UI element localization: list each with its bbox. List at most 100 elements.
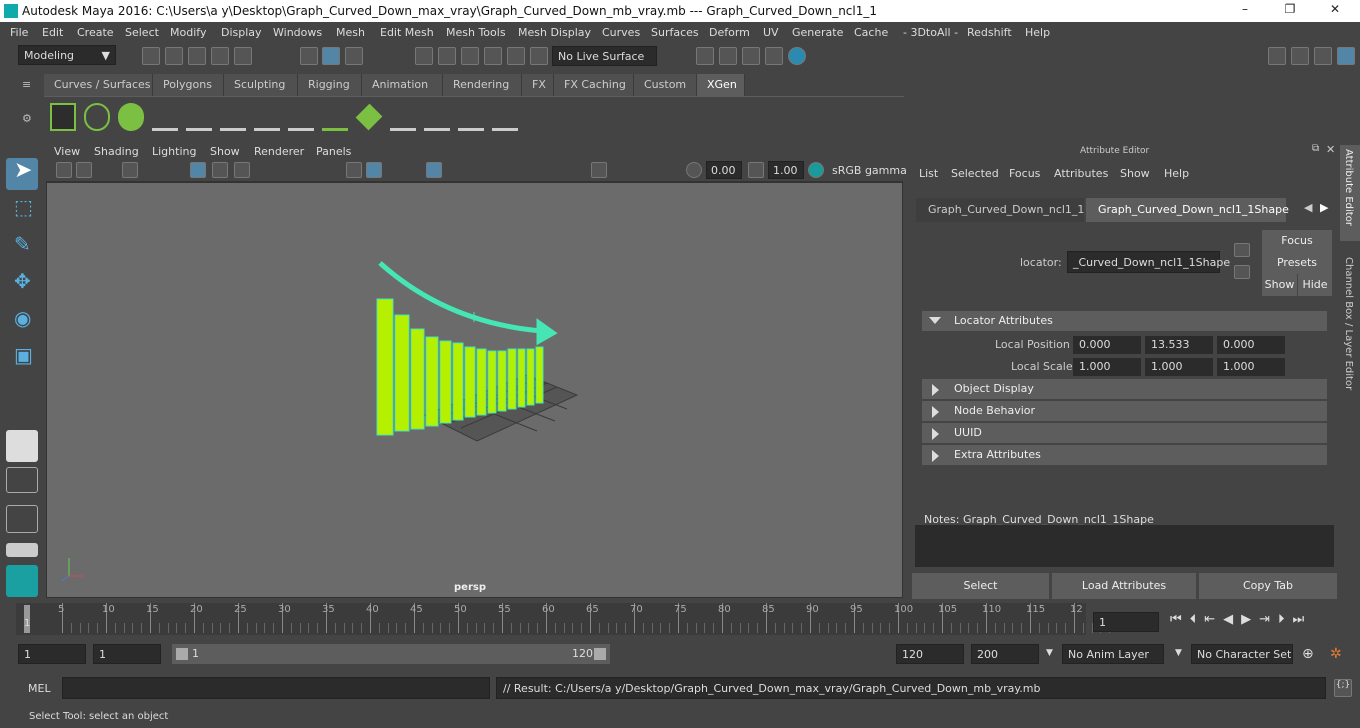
character-set-dropdown[interactable]: No Character Set [1191, 644, 1293, 664]
xgen-grass-icon[interactable] [322, 103, 348, 131]
menu-help[interactable]: Help [1025, 26, 1050, 39]
select-button[interactable]: Select [912, 573, 1049, 599]
ipr-render-icon[interactable] [742, 47, 760, 65]
menu-surfaces[interactable]: Surfaces [651, 26, 699, 39]
xgen-window-icon[interactable] [50, 103, 76, 131]
local-position-x[interactable]: 0.000 [1073, 336, 1141, 354]
go-to-end-icon[interactable]: ⏭ [1293, 612, 1313, 627]
shadows-icon[interactable] [426, 162, 442, 178]
gamma-icon[interactable] [748, 162, 764, 178]
section-node-behavior[interactable]: Node Behavior [922, 401, 1327, 421]
section-uuid[interactable]: UUID [922, 423, 1327, 443]
ae-menu-help[interactable]: Help [1164, 167, 1189, 180]
snap-curve-icon[interactable] [438, 47, 456, 65]
shelf-tab-xgen[interactable]: XGen [697, 74, 745, 96]
mode-dropdown[interactable]: Modeling ▼ [18, 45, 116, 65]
presets-button[interactable]: Presets [1262, 252, 1332, 274]
range-start-handle[interactable] [176, 648, 188, 660]
playback-end-field[interactable]: 120 [896, 644, 964, 664]
menu-deform[interactable]: Deform [709, 26, 750, 39]
vp-menu-renderer[interactable]: Renderer [254, 145, 304, 158]
local-scale-y[interactable]: 1.000 [1145, 358, 1213, 376]
focus-button[interactable]: Focus [1262, 230, 1332, 252]
minimize-button[interactable]: – [1230, 2, 1260, 20]
open-scene-icon[interactable] [165, 47, 183, 65]
snap-grid-icon[interactable] [415, 47, 433, 65]
preferences-icon[interactable]: ✲ [1330, 646, 1342, 662]
menu-3dtoall[interactable]: - 3DtoAll - [903, 26, 958, 39]
xgen-grid-icon[interactable] [355, 103, 383, 131]
lasso-tool-icon[interactable]: ⬚ [6, 195, 38, 227]
smooth-shade-icon[interactable] [212, 162, 228, 178]
side-by-side-icon[interactable] [6, 505, 38, 533]
shelf-tab-custom[interactable]: Custom [634, 74, 697, 96]
go-input-icon[interactable] [1234, 243, 1250, 257]
ae-menu-focus[interactable]: Focus [1009, 167, 1040, 180]
color-management-icon[interactable] [808, 162, 824, 178]
new-scene-icon[interactable] [142, 47, 160, 65]
section-locator-attributes[interactable]: Locator Attributes [922, 311, 1327, 331]
select-tool-icon[interactable]: ➤ [6, 158, 38, 190]
play-back-icon[interactable]: ◀ [1223, 612, 1241, 627]
four-view-icon[interactable] [6, 467, 38, 493]
shelf-tab-sculpting[interactable]: Sculpting [224, 74, 298, 96]
hypershade-icon[interactable] [788, 47, 806, 65]
grid-toggle-icon[interactable] [122, 162, 138, 178]
xgen-cut-icon[interactable] [492, 103, 518, 131]
shelf-tab-polygons[interactable]: Polygons [153, 74, 224, 96]
step-back-icon[interactable]: ⏴ [1190, 612, 1205, 627]
ae-tab-next-icon[interactable]: ▶ [1320, 201, 1328, 214]
time-slider[interactable]: 5 10 15 20 25 30 35 40 45 50 55 60 65 70 75 80 85 90 95 100… [16, 603, 1111, 635]
xgen-sculpt-icon[interactable] [186, 103, 212, 131]
anim-layer-chevron-icon[interactable]: ▼ [1046, 648, 1053, 658]
script-editor-icon[interactable]: {;} [1334, 679, 1352, 697]
shelf-tab-animation[interactable]: Animation [362, 74, 443, 96]
resolution-gate-icon[interactable] [591, 162, 607, 178]
range-end-handle[interactable] [594, 648, 606, 660]
menu-redshift[interactable]: Redshift [967, 26, 1012, 39]
xgen-pin-icon[interactable] [254, 103, 280, 131]
snap-surface-icon[interactable] [507, 47, 525, 65]
xgen-length-icon[interactable] [458, 103, 484, 131]
workspace-icon[interactable] [1268, 47, 1286, 65]
ae-tab-transform[interactable]: Graph_Curved_Down_ncl1_1 [916, 198, 1084, 222]
side-tab-channel-box[interactable]: Channel Box / Layer Editor [1343, 257, 1354, 390]
auto-key-icon[interactable]: ⊕ [1302, 646, 1314, 662]
paint-select-icon[interactable]: ✎ [6, 232, 38, 264]
xgen-hide-icon[interactable] [118, 103, 144, 131]
shelf-menu-icon[interactable]: ≡ [22, 78, 34, 92]
playback-start-field[interactable]: 1 [93, 644, 161, 664]
mel-label[interactable]: MEL [28, 682, 51, 695]
menu-mesh[interactable]: Mesh [336, 26, 365, 39]
vp-menu-lighting[interactable]: Lighting [152, 145, 196, 158]
modeling-toolkit-icon[interactable] [1291, 47, 1309, 65]
live-surface-field[interactable]: No Live Surface [552, 46, 657, 66]
xgen-bend-icon[interactable] [390, 103, 416, 131]
layout-icon[interactable] [6, 543, 38, 557]
save-scene-icon[interactable] [188, 47, 206, 65]
ae-menu-selected[interactable]: Selected [951, 167, 999, 180]
shelf-tab-fx-caching[interactable]: FX Caching [554, 74, 634, 96]
local-scale-z[interactable]: 1.000 [1217, 358, 1285, 376]
shelf-tab-rendering[interactable]: Rendering [443, 74, 522, 96]
side-tab-attribute-editor[interactable]: Attribute Editor [1343, 149, 1354, 226]
command-input[interactable] [62, 677, 490, 699]
step-forward-key-icon[interactable]: ⇥ [1259, 612, 1278, 627]
menu-mesh-tools[interactable]: Mesh Tools [446, 26, 506, 39]
menu-generate[interactable]: Generate [792, 26, 843, 39]
vp-menu-view[interactable]: View [54, 145, 80, 158]
isolate-icon[interactable] [346, 162, 362, 178]
menu-windows[interactable]: Windows [273, 26, 322, 39]
snap-view-icon[interactable] [484, 47, 502, 65]
step-forward-icon[interactable]: ⏵ [1278, 612, 1293, 627]
go-to-start-icon[interactable]: ⏮ [1170, 612, 1190, 627]
xgen-guide-icon[interactable] [220, 103, 246, 131]
xgen-lock-icon[interactable] [288, 103, 314, 131]
xgen-preview-icon[interactable] [84, 103, 110, 131]
animation-start-field[interactable]: 1 [18, 644, 86, 664]
section-extra-attributes[interactable]: Extra Attributes [922, 445, 1327, 465]
textured-icon[interactable] [234, 162, 250, 178]
shelf-tab-rigging[interactable]: Rigging [298, 74, 362, 96]
maya-home-icon[interactable] [6, 565, 38, 597]
menu-display[interactable]: Display [221, 26, 262, 39]
